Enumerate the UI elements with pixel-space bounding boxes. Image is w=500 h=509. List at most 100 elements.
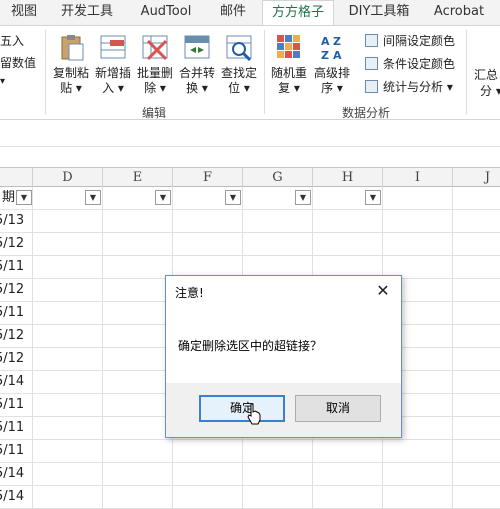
cell[interactable] — [173, 440, 243, 463]
cell[interactable] — [453, 279, 500, 302]
cell[interactable] — [173, 463, 243, 486]
cell[interactable] — [103, 440, 173, 463]
tab-fangfang[interactable]: 方方格子 — [262, 0, 334, 26]
date-cell[interactable]: 5/11 — [0, 417, 33, 440]
tab-view[interactable]: 视图 — [2, 0, 46, 25]
tab-acrobat[interactable]: Acrobat — [426, 0, 492, 25]
date-cell[interactable]: 5/12 — [0, 325, 33, 348]
date-cell[interactable]: 5/14 — [0, 371, 33, 394]
random-repeat-button[interactable]: 随机重 复 ▾ — [268, 30, 310, 100]
cell[interactable] — [33, 486, 103, 509]
cell[interactable] — [453, 463, 500, 486]
date-cell[interactable]: 5/13 — [0, 210, 33, 233]
advanced-sort-button[interactable]: AZZA 高级排 序 ▾ — [311, 30, 353, 100]
filter-dropdown-icon[interactable]: ▼ — [16, 190, 32, 205]
column-header-e[interactable]: E — [103, 168, 173, 187]
ok-button[interactable]: 确定 — [199, 395, 285, 422]
date-cell[interactable]: 5/12 — [0, 279, 33, 302]
cell[interactable] — [33, 279, 103, 302]
date-cell[interactable]: 5/11 — [0, 302, 33, 325]
interval-color-button[interactable]: 间隔设定颜色 — [365, 30, 455, 50]
column-header-h[interactable]: H — [313, 168, 383, 187]
cell[interactable] — [103, 233, 173, 256]
tab-audtool[interactable]: AudTool — [130, 0, 202, 25]
filter-dropdown-icon[interactable]: ▼ — [295, 190, 311, 205]
merge-convert-button[interactable]: 合并转 换 ▾ — [176, 30, 218, 100]
cell[interactable] — [313, 463, 383, 486]
tab-mail[interactable]: 邮件 — [210, 0, 256, 25]
cell[interactable] — [103, 486, 173, 509]
cell[interactable] — [33, 233, 103, 256]
cell[interactable] — [383, 440, 453, 463]
cell[interactable] — [453, 302, 500, 325]
date-cell[interactable]: 5/14 — [0, 463, 33, 486]
summary-partial-label-2[interactable]: 分 ▾ — [480, 82, 500, 99]
date-cell[interactable]: 5/14 — [0, 486, 33, 509]
cell[interactable] — [33, 302, 103, 325]
column-header-j[interactable]: J — [453, 168, 500, 187]
cell[interactable] — [103, 256, 173, 279]
filter-dropdown-icon[interactable]: ▼ — [365, 190, 381, 205]
cell[interactable] — [453, 210, 500, 233]
cell[interactable] — [383, 210, 453, 233]
cell[interactable] — [313, 210, 383, 233]
filter-dropdown-icon[interactable]: ▼ — [85, 190, 101, 205]
cell[interactable] — [313, 233, 383, 256]
cell[interactable] — [173, 486, 243, 509]
cell[interactable] — [173, 233, 243, 256]
cell[interactable] — [33, 371, 103, 394]
cell[interactable] — [453, 486, 500, 509]
cell[interactable] — [453, 394, 500, 417]
column-header-i[interactable]: I — [383, 168, 453, 187]
cell[interactable] — [383, 486, 453, 509]
cell[interactable] — [453, 233, 500, 256]
cell[interactable] — [383, 463, 453, 486]
cell[interactable] — [33, 348, 103, 371]
round-partial-label[interactable]: 五入 — [0, 32, 24, 49]
cell[interactable] — [103, 394, 173, 417]
cell[interactable]: ▼ — [243, 187, 313, 210]
cell[interactable] — [173, 210, 243, 233]
cell[interactable] — [103, 417, 173, 440]
date-cell[interactable]: 5/11 — [0, 440, 33, 463]
filter-dropdown-icon[interactable]: ▼ — [225, 190, 241, 205]
cell[interactable] — [313, 440, 383, 463]
cell[interactable] — [33, 463, 103, 486]
cell[interactable] — [103, 325, 173, 348]
cell[interactable] — [33, 210, 103, 233]
cell[interactable]: ▼ — [103, 187, 173, 210]
cell[interactable] — [33, 256, 103, 279]
filter-dropdown-icon[interactable]: ▼ — [155, 190, 171, 205]
cell[interactable] — [383, 187, 453, 210]
cell[interactable] — [103, 371, 173, 394]
cell[interactable] — [453, 440, 500, 463]
cell[interactable] — [243, 486, 313, 509]
cell[interactable] — [103, 302, 173, 325]
date-cell[interactable]: 5/11 — [0, 256, 33, 279]
find-locate-button[interactable]: 查找定 位 ▾ — [218, 30, 260, 100]
cell[interactable] — [243, 210, 313, 233]
date-cell[interactable]: 5/12 — [0, 348, 33, 371]
batch-delete-button[interactable]: 批量删 除 ▾ — [134, 30, 176, 100]
column-header-d[interactable]: D — [33, 168, 103, 187]
cell[interactable]: ▼ — [173, 187, 243, 210]
column-header-c[interactable] — [0, 168, 33, 187]
cell[interactable]: ▼ — [33, 187, 103, 210]
cell[interactable] — [453, 256, 500, 279]
condition-color-button[interactable]: 条件设定颜色 — [365, 53, 455, 73]
tab-diy-toolbox[interactable]: DIY工具箱 — [342, 0, 416, 25]
cancel-button[interactable]: 取消 — [295, 395, 381, 422]
cell[interactable] — [103, 210, 173, 233]
cell[interactable] — [243, 233, 313, 256]
statistics-analysis-button[interactable]: 统计与分析 ▾ — [365, 76, 453, 96]
cell[interactable] — [453, 371, 500, 394]
cell[interactable] — [103, 348, 173, 371]
cell[interactable] — [313, 486, 383, 509]
copy-paste-button[interactable]: 复制粘 贴 ▾ — [50, 30, 92, 100]
cell[interactable] — [453, 417, 500, 440]
cell[interactable] — [33, 417, 103, 440]
column-header-g[interactable]: G — [243, 168, 313, 187]
date-header-cell[interactable]: 日期 ▼ — [0, 187, 33, 210]
cell[interactable] — [33, 325, 103, 348]
cell[interactable]: ▼ — [313, 187, 383, 210]
